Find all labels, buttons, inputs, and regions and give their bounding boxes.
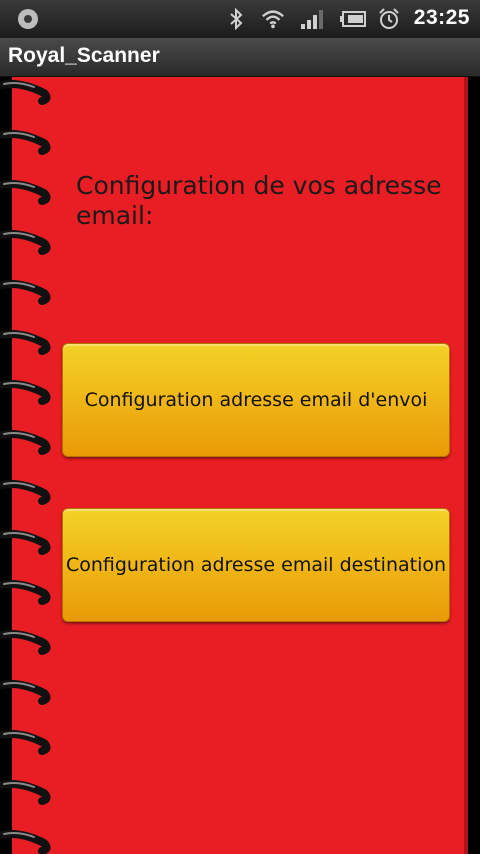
spiral-coil (0, 430, 51, 455)
spiral-coil (0, 630, 51, 655)
app-notification-icon (18, 9, 38, 29)
spiral-coil (0, 380, 51, 405)
spiral-coil (0, 80, 51, 105)
app-title-bar: Royal_Scanner (0, 38, 480, 77)
bluetooth-icon (224, 7, 248, 31)
configure-sender-email-button[interactable]: Configuration adresse email d'envoi (62, 343, 450, 457)
page-heading: Configuration de vos adresse email: (76, 171, 442, 230)
status-bar: 23:25 (0, 0, 480, 38)
spiral-coil (0, 680, 51, 705)
spiral-coil (0, 480, 51, 505)
app-title: Royal_Scanner (8, 44, 160, 67)
spiral-coil (0, 330, 51, 355)
spiral-coil (0, 830, 51, 854)
spiral-coil (0, 180, 51, 205)
spiral-coil (0, 130, 51, 155)
spiral-coil (0, 730, 51, 755)
main-content: Configuration de vos adresse email: Conf… (0, 77, 480, 854)
spiral-coil (0, 530, 51, 555)
spiral-coil (0, 280, 51, 305)
notebook-page-edge (464, 77, 468, 854)
wifi-icon (261, 7, 285, 31)
status-time: 23:25 (413, 6, 470, 29)
alarm-clock-icon (377, 7, 401, 31)
spiral-coil (0, 580, 51, 605)
battery-icon (338, 7, 368, 31)
spiral-coil (0, 230, 51, 255)
spiral-coil (0, 780, 51, 805)
notebook-spiral-binding (0, 80, 51, 854)
signal-icon (300, 7, 324, 31)
configure-recipient-email-button[interactable]: Configuration adresse email destination (62, 508, 450, 622)
